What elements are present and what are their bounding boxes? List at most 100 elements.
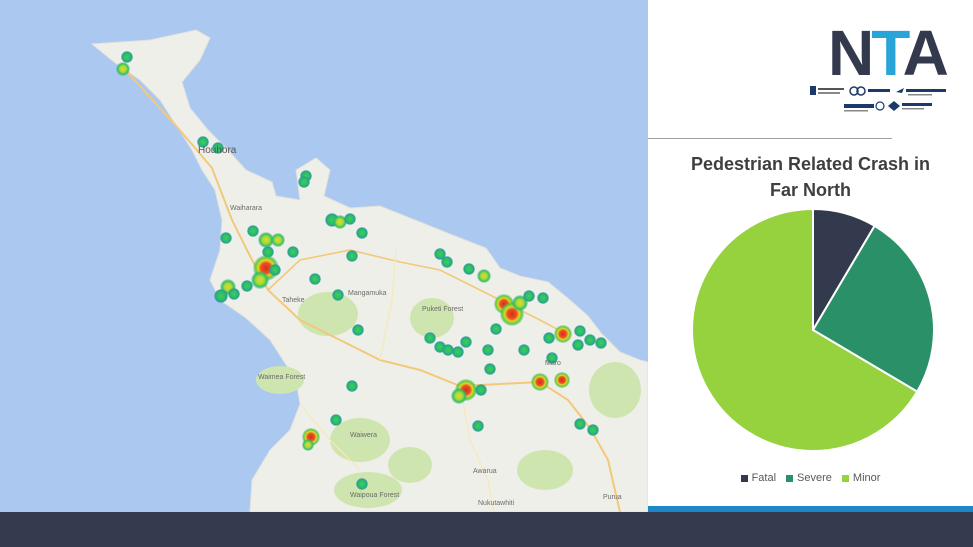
map-label-nukutawhiti: Nukutawhiti <box>478 500 515 507</box>
crash-hotspot <box>228 288 240 300</box>
crash-hotspot <box>537 292 549 304</box>
map-label-purua: Purua <box>603 494 622 501</box>
crash-hotspot <box>463 263 475 275</box>
crash-hotspot <box>346 380 358 392</box>
crash-hotspot <box>543 332 555 344</box>
logo-letter-a: A <box>902 17 949 89</box>
crash-hotspot <box>356 227 368 239</box>
crash-hotspot <box>554 372 570 388</box>
crash-hotspot <box>523 290 535 302</box>
map-label-awarua: Awarua <box>473 468 497 475</box>
crash-hotspot <box>484 363 496 375</box>
crash-hotspot <box>451 388 467 404</box>
legend-swatch-fatal <box>740 474 748 482</box>
kaipara-logo-text <box>868 89 890 92</box>
crash-hotspot <box>460 336 472 348</box>
crash-hotspot <box>251 271 269 289</box>
crash-hotspot <box>531 373 549 391</box>
crash-hotspot <box>287 246 299 258</box>
crash-hotspot <box>584 334 596 346</box>
map-label-houhora: Houhora <box>198 145 237 156</box>
northland-logo-icon <box>875 101 885 111</box>
northland-logo-subtext <box>844 110 868 112</box>
crash-hotspot <box>441 256 453 268</box>
crash-hotspot <box>442 344 454 356</box>
map-label-waipoua: Waipoua Forest <box>350 492 400 499</box>
chart-title: Pedestrian Related Crash in Far North <box>648 151 973 203</box>
crash-hotspot <box>332 289 344 301</box>
crash-hotspot <box>356 478 368 490</box>
legend-label-minor: Minor <box>852 472 881 484</box>
waka-kotahi-logo-subtext <box>902 108 924 110</box>
map-canvas <box>90 29 648 512</box>
map-label-puketi: Puketi Forest <box>422 306 464 313</box>
crash-hotspot <box>247 225 259 237</box>
legend-item-severe: Severe <box>786 472 832 484</box>
park-area <box>517 450 573 490</box>
crash-hotspot <box>475 384 487 396</box>
footer-bar <box>0 512 973 547</box>
park-area <box>410 298 454 338</box>
nta-logo: NTA <box>828 21 949 85</box>
park-area <box>298 292 358 336</box>
crash-hotspot <box>574 418 586 430</box>
crash-hotspot <box>518 344 530 356</box>
crash-hotspot <box>220 232 232 244</box>
crash-hotspot <box>572 339 584 351</box>
chart-title-line-1: Pedestrian Related Crash in <box>690 154 931 174</box>
crash-hotspot <box>344 213 356 225</box>
heatmap-map[interactable]: Houhora Waiharara Mangamuka Taheke Puket… <box>0 0 648 512</box>
chart-legend: Fatal Severe Minor <box>648 472 973 484</box>
crash-hotspot <box>554 325 572 343</box>
crash-hotspot <box>472 420 484 432</box>
crash-hotspot <box>424 332 436 344</box>
crash-hotspot <box>116 62 130 76</box>
crash-hotspot <box>477 269 491 283</box>
crash-hotspot <box>241 280 253 292</box>
park-area <box>334 472 402 508</box>
far-north-logo-subtext <box>818 92 840 94</box>
right-panel: NTA Pedestrian Related Crash in Far Nort… <box>648 0 973 512</box>
crash-hotspot <box>269 264 281 276</box>
partner-logos <box>810 86 946 112</box>
whangarei-logo-text <box>906 89 946 92</box>
legend-label-fatal: Fatal <box>751 472 777 484</box>
crash-hotspot <box>452 346 464 358</box>
legend-swatch-severe <box>786 474 794 482</box>
far-north-logo-icon <box>810 86 816 95</box>
crash-hotspot <box>302 439 314 451</box>
whangarei-logo-icon <box>896 88 904 93</box>
crash-hotspot <box>587 424 599 436</box>
crash-hotspot <box>330 414 342 426</box>
legend-swatch-minor <box>841 474 849 482</box>
park-area <box>388 447 432 483</box>
crash-hotspot <box>309 273 321 285</box>
map-label-taheke: Taheke <box>282 297 305 304</box>
crash-hotspot <box>595 337 607 349</box>
northland-logo-text <box>844 104 874 108</box>
map-label-mangamuka: Mangamuka <box>348 290 387 297</box>
map-label-waiwera: Waiwera <box>350 432 377 439</box>
map-label-waiharara: Waiharara <box>230 205 263 212</box>
waka-kotahi-logo-icon <box>888 101 900 111</box>
pie-chart <box>691 207 935 452</box>
crash-hotspot <box>574 325 586 337</box>
crash-hotspot <box>352 324 364 336</box>
section-divider <box>648 138 892 139</box>
crash-hotspot <box>271 233 285 247</box>
crash-hotspot <box>298 176 310 188</box>
legend-item-fatal: Fatal <box>740 472 777 484</box>
logo-letter-n: N <box>828 17 874 89</box>
crash-hotspot <box>121 51 133 63</box>
nta-logo-text: NTA <box>828 21 949 85</box>
legend-item-minor: Minor <box>841 472 881 484</box>
crash-hotspot <box>346 250 358 262</box>
map-label-waimea: Waimea Forest <box>258 374 306 381</box>
far-north-logo-text <box>818 88 844 90</box>
park-area <box>589 362 641 418</box>
legend-label-severe: Severe <box>797 472 832 484</box>
crash-hotspot <box>490 323 502 335</box>
crash-hotspot <box>482 344 494 356</box>
waka-kotahi-logo-text <box>902 103 932 106</box>
whangarei-logo-subtext <box>908 94 932 96</box>
